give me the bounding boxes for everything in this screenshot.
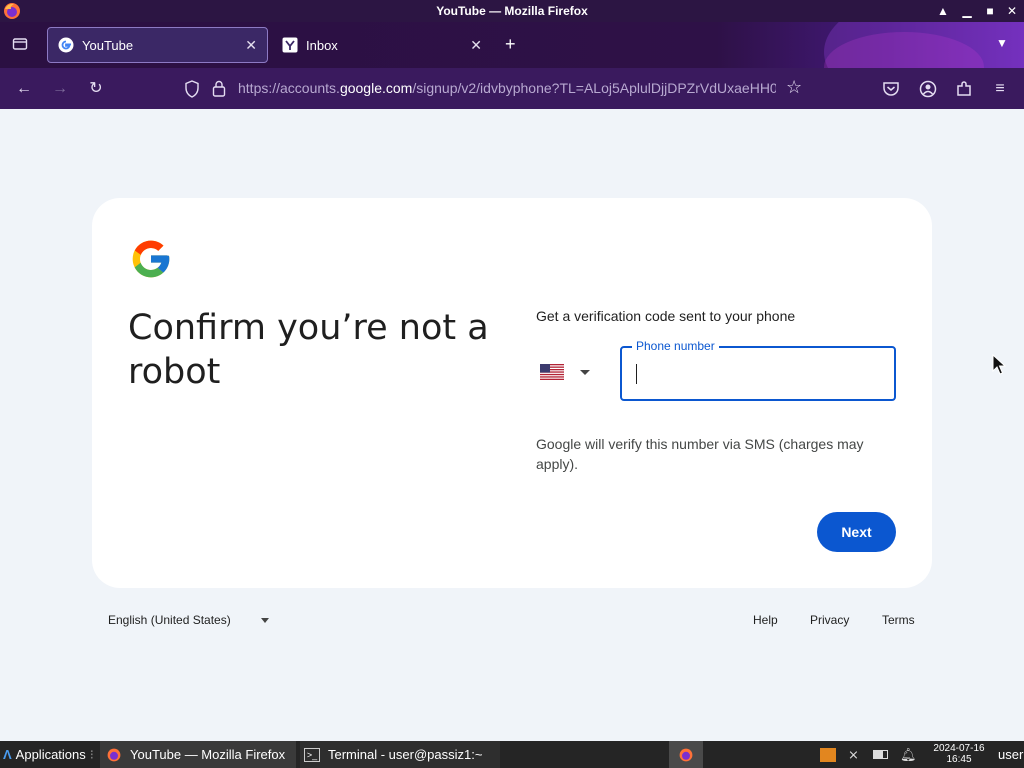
pocket-icon[interactable]: [881, 79, 901, 99]
task-label: Terminal - user@passiz1:~: [328, 747, 483, 762]
window-keep-above-button[interactable]: ▲: [934, 2, 952, 20]
verification-subheading: Get a verification code sent to your pho…: [536, 308, 796, 324]
window-minimize-button[interactable]: ▁: [958, 2, 976, 20]
firefox-icon: [679, 748, 693, 761]
applications-menu[interactable]: Λ Applications ⁝: [3, 741, 94, 768]
window-title: YouTube — Mozilla Firefox: [436, 4, 588, 18]
workspace-switcher[interactable]: [669, 741, 703, 768]
phone-number-input[interactable]: [634, 362, 882, 386]
close-tab-icon[interactable]: ✕: [470, 37, 482, 54]
language-label: English (United States): [108, 613, 231, 627]
menu-hamburger-icon[interactable]: ≡: [989, 78, 1011, 100]
help-link[interactable]: Help: [753, 613, 778, 627]
window-close-button[interactable]: ✕: [1003, 2, 1021, 20]
list-all-tabs-chevron-icon[interactable]: ▼: [996, 36, 1008, 50]
battery-icon[interactable]: [873, 741, 888, 768]
separator: ⁝: [89, 746, 94, 762]
user-menu[interactable]: user: [998, 741, 1023, 768]
us-flag-icon: [540, 364, 564, 380]
privacy-link[interactable]: Privacy: [810, 613, 849, 627]
clock[interactable]: 2024-07-16 16:45: [926, 743, 992, 765]
new-tab-button[interactable]: +: [505, 34, 516, 54]
firefox-icon: [107, 748, 121, 761]
yahoo-icon: [282, 37, 298, 53]
text-cursor: [636, 364, 637, 384]
tab-label: YouTube: [82, 37, 134, 53]
tab-label: Inbox: [306, 37, 338, 53]
terms-link[interactable]: Terms: [882, 613, 915, 627]
lock-icon[interactable]: [212, 80, 226, 97]
clock-date: 2024-07-16: [933, 743, 985, 754]
url-path: /signup/v2/idvbyphone?TL=ALoj5AplulDjjDP…: [412, 80, 776, 96]
tracking-protection-shield-icon[interactable]: [184, 80, 200, 98]
mouse-pointer-icon: [992, 354, 1006, 375]
account-icon[interactable]: [918, 79, 938, 99]
forward-button[interactable]: →: [49, 78, 71, 100]
page-title: Confirm you’re not a robot: [128, 308, 489, 392]
tab-inbox[interactable]: Inbox ✕: [272, 27, 492, 63]
window-maximize-button[interactable]: ■: [981, 2, 999, 20]
google-logo-icon: [132, 240, 170, 278]
extensions-puzzle-icon[interactable]: [954, 79, 974, 99]
phone-number-field[interactable]: Phone number: [620, 339, 896, 401]
reload-button[interactable]: ↻: [85, 78, 107, 100]
chevron-down-icon: [580, 369, 590, 375]
system-taskbar: Λ Applications ⁝ YouTube — Mozilla Firef…: [0, 741, 1024, 768]
task-label: YouTube — Mozilla Firefox: [130, 747, 286, 762]
close-tab-icon[interactable]: ✕: [245, 37, 257, 54]
clock-time: 16:45: [946, 754, 972, 765]
firefox-icon: [4, 3, 20, 19]
url-text[interactable]: https://accounts.google.com/signup/v2/id…: [238, 80, 776, 96]
country-code-select[interactable]: [540, 355, 608, 389]
back-button[interactable]: ←: [13, 78, 35, 100]
applications-label: Applications: [15, 747, 86, 762]
sms-notice: Google will verify this number via SMS (…: [536, 436, 864, 472]
user-label: user: [998, 747, 1024, 762]
task-firefox[interactable]: YouTube — Mozilla Firefox: [100, 741, 296, 768]
language-select[interactable]: English (United States): [108, 613, 269, 627]
page-footer: English (United States) Help Privacy Ter…: [0, 606, 1024, 636]
tab-strip: YouTube ✕ Inbox ✕ + ▼: [0, 22, 1024, 68]
bookmark-star-icon[interactable]: ☆: [786, 77, 802, 98]
terminal-icon: >_: [304, 747, 320, 762]
window-titlebar: YouTube — Mozilla Firefox ▲ ▁ ■ ✕: [0, 0, 1024, 22]
url-host: google.com: [339, 80, 413, 96]
tray-app-icon[interactable]: [820, 741, 836, 768]
page-content: Confirm you’re not a robot Get a verific…: [0, 109, 1024, 741]
tab-youtube[interactable]: YouTube ✕: [47, 27, 268, 63]
google-g-icon: [58, 37, 74, 53]
tab-overview-icon[interactable]: [12, 36, 28, 52]
signup-card: Confirm you’re not a robot Get a verific…: [92, 198, 932, 588]
network-disconnected-icon[interactable]: ⨯: [848, 741, 859, 768]
url-prefix: https://accounts.: [238, 80, 340, 96]
task-terminal[interactable]: >_ Terminal - user@passiz1:~: [300, 741, 500, 768]
next-button[interactable]: Next: [817, 512, 896, 552]
navigation-toolbar: ← → ↻ https://accounts.google.com/signup…: [0, 68, 1024, 109]
app-menu-icon: Λ: [3, 747, 12, 762]
chevron-down-icon: [260, 617, 269, 623]
notification-bell-icon[interactable]: 🔔︎: [900, 741, 917, 768]
phone-number-label: Phone number: [632, 339, 719, 353]
url-bar[interactable]: https://accounts.google.com/signup/v2/id…: [176, 72, 816, 105]
